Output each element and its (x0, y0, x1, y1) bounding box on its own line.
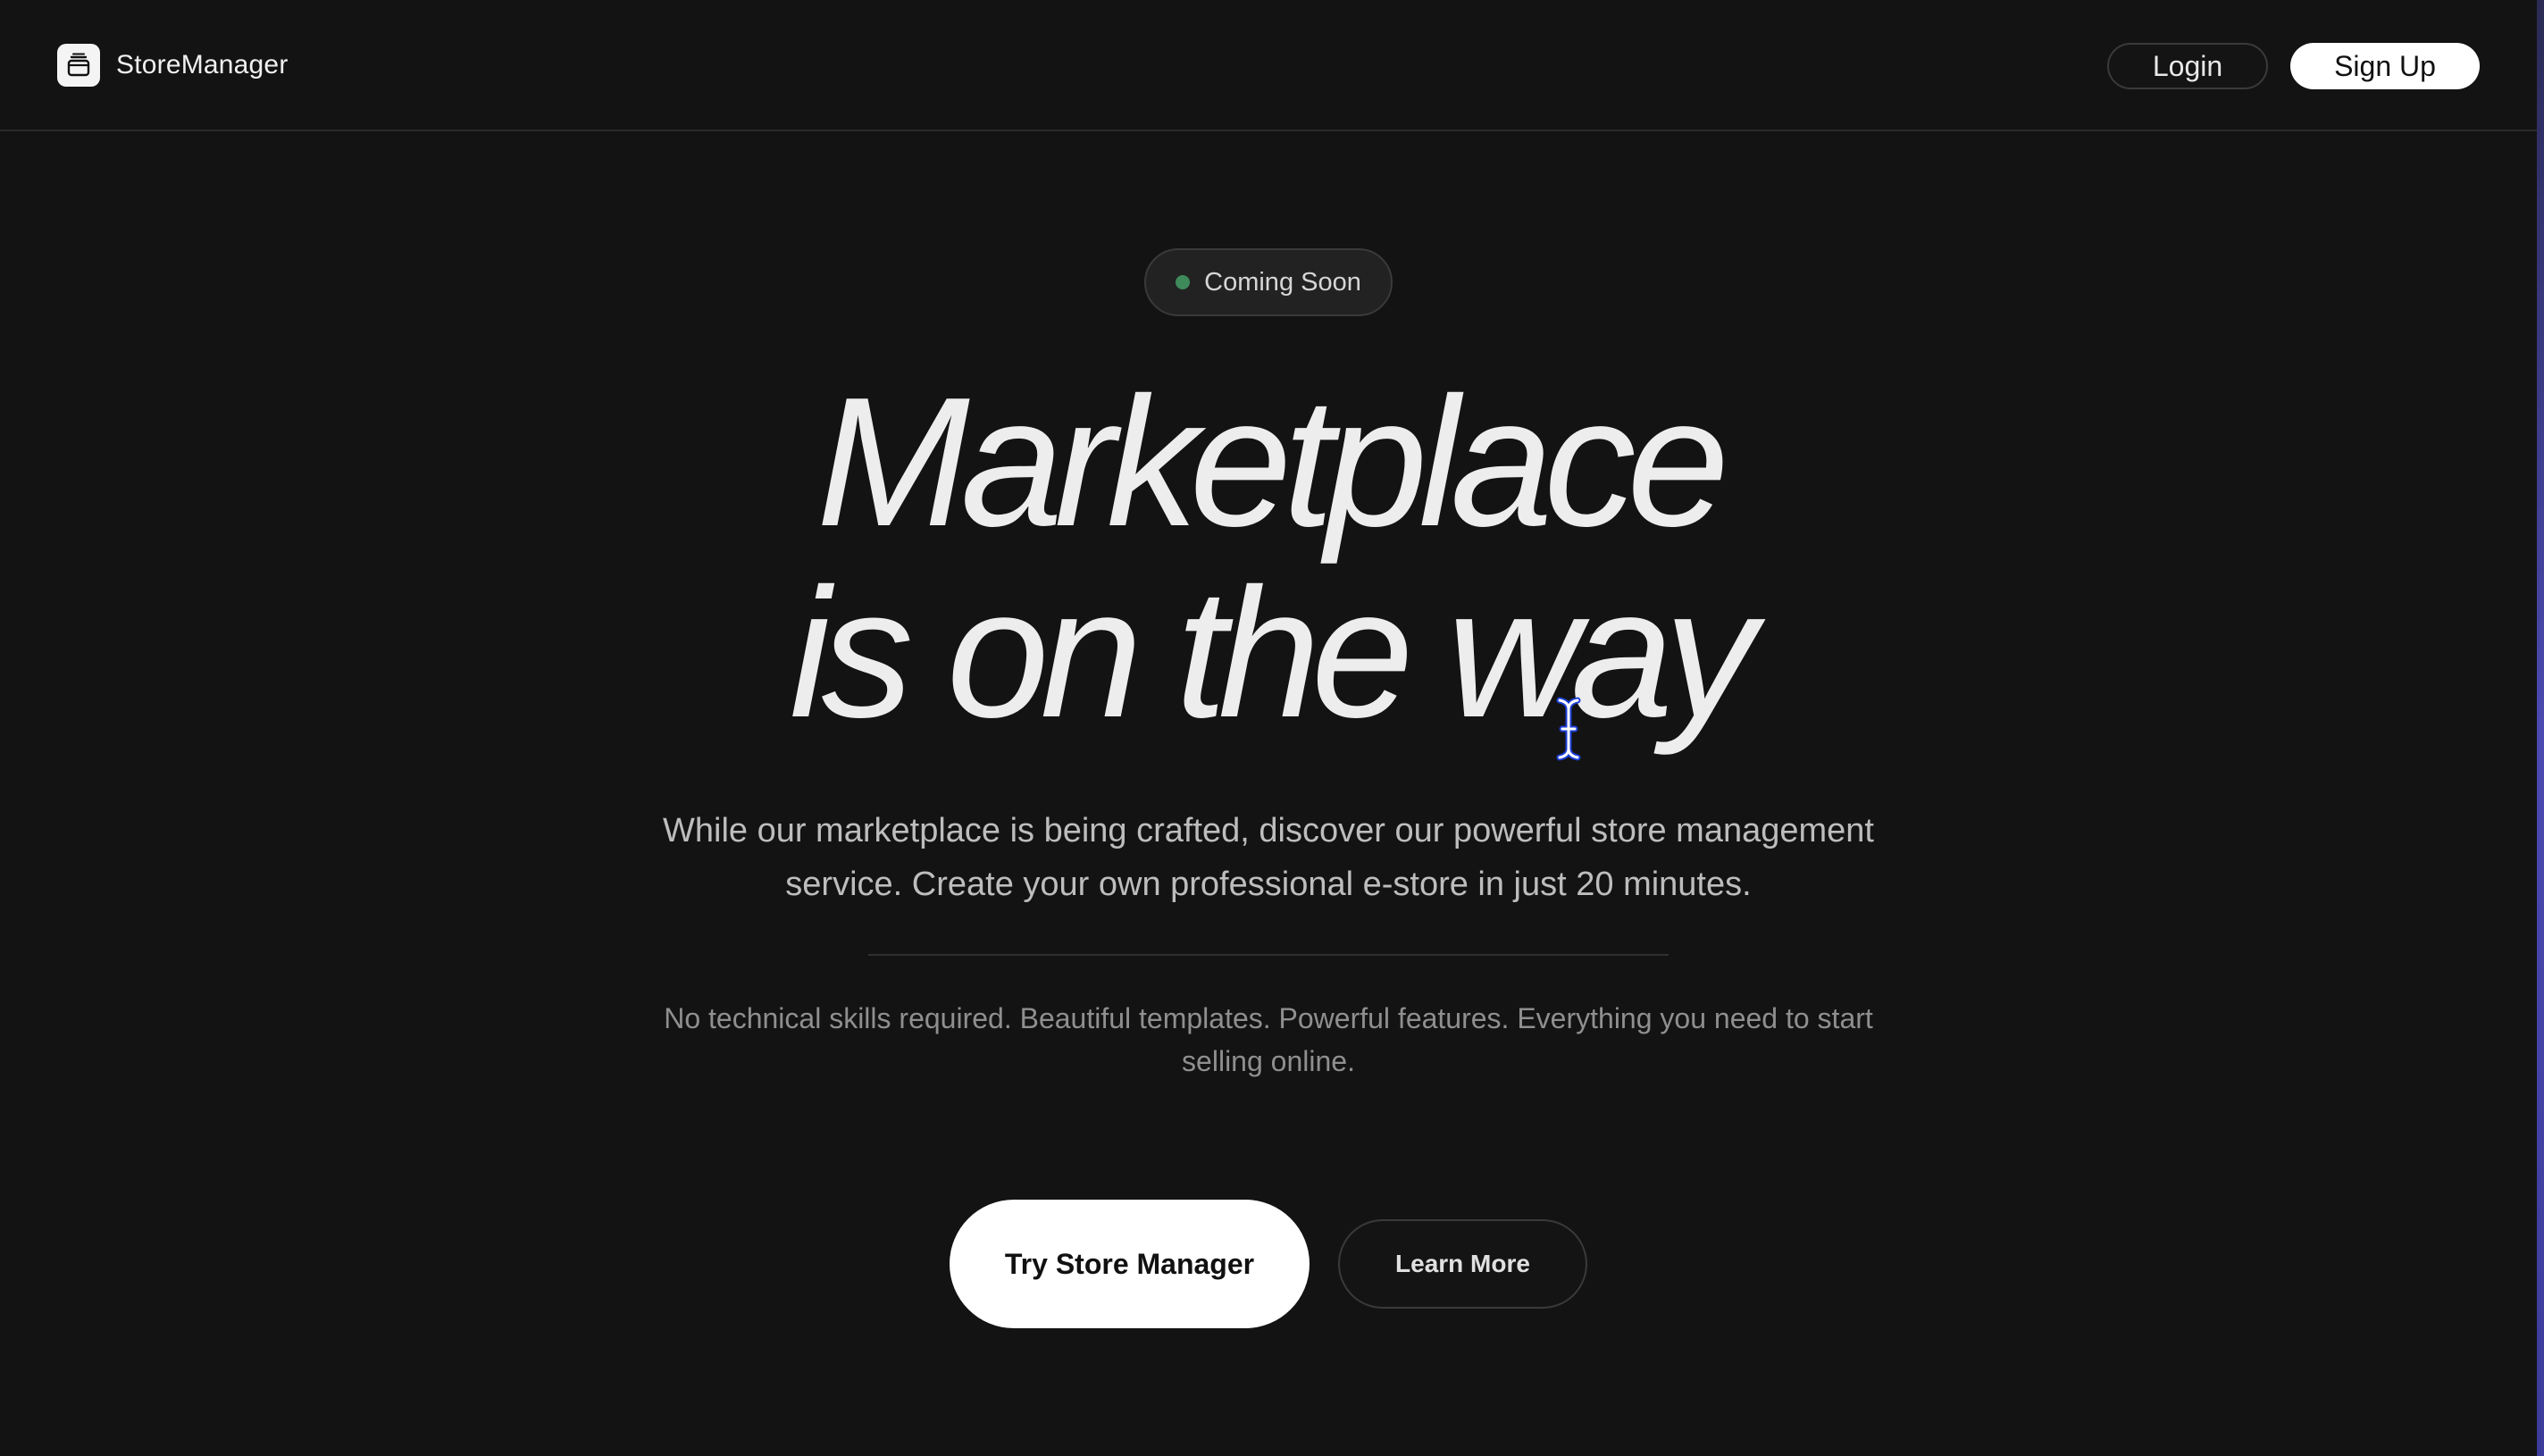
status-dot-icon (1176, 275, 1191, 289)
hero-headline: Marketplace is on the way (0, 366, 2537, 749)
divider (868, 954, 1669, 956)
learn-more-button[interactable]: Learn More (1338, 1219, 1587, 1309)
signup-button[interactable]: Sign Up (2290, 43, 2480, 89)
try-store-manager-button[interactable]: Try Store Manager (950, 1200, 1310, 1328)
brand-name: StoreManager (116, 50, 289, 79)
text-cursor-icon (1556, 697, 1581, 761)
hero-subtext: While our marketplace is being crafted, … (663, 812, 1874, 903)
headline-line-2: is on the way (789, 550, 1756, 756)
badge-label: Coming Soon (1204, 267, 1361, 297)
login-button[interactable]: Login (2107, 43, 2268, 89)
store-box-icon (57, 44, 100, 87)
brand[interactable]: StoreManager (57, 44, 289, 87)
top-nav: StoreManager Login Sign Up (0, 0, 2537, 131)
status-badge: Coming Soon (1144, 248, 1393, 316)
landing-page: StoreManager Login Sign Up Coming Soon M… (0, 0, 2537, 1456)
headline-line-1: Marketplace (816, 359, 1729, 565)
window-edge (2537, 0, 2544, 1456)
hero-features-text: No technical skills required. Beautiful … (664, 1002, 1873, 1077)
